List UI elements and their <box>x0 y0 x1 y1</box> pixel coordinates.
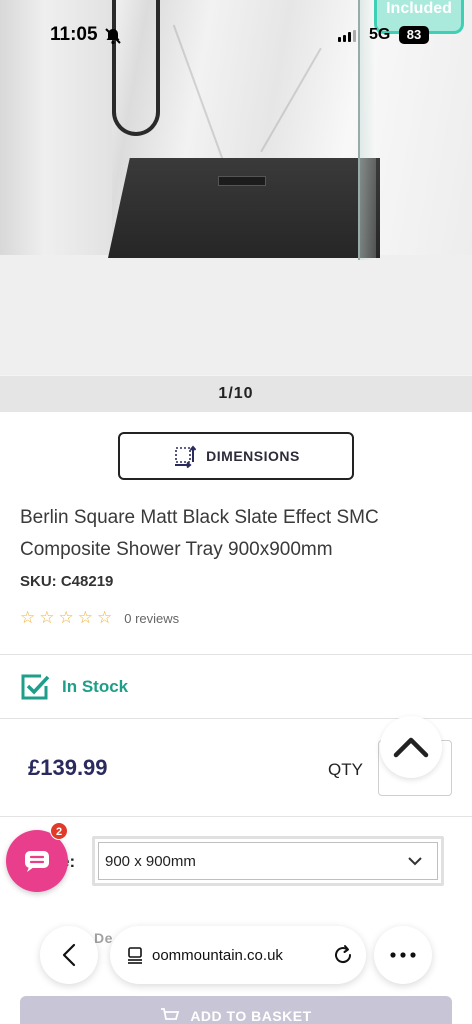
scroll-to-top-button[interactable] <box>380 716 442 778</box>
shower-tray-image <box>108 158 380 258</box>
chevron-down-icon <box>408 857 422 866</box>
drain <box>218 176 266 186</box>
battery-icon: 83 <box>399 26 429 44</box>
stock-status: In Stock <box>20 672 128 702</box>
signal-icon <box>338 30 356 42</box>
add-to-basket-button[interactable]: ADD TO BASKET <box>20 996 452 1024</box>
bell-muted-icon <box>105 28 121 45</box>
status-bar: 11:05 5G 83 <box>0 0 472 70</box>
reload-icon[interactable] <box>332 944 354 966</box>
checkbox-check-icon <box>21 674 50 700</box>
star-icon: ☆ <box>97 608 113 627</box>
size-select-value: 900 x 900mm <box>105 852 196 870</box>
chevron-left-icon <box>62 943 76 967</box>
dimensions-button[interactable]: DIMENSIONS <box>118 432 354 480</box>
divider <box>0 654 472 655</box>
dimensions-icon <box>175 445 197 468</box>
size-select[interactable]: 900 x 900mm <box>98 842 438 880</box>
browser-back-button[interactable] <box>40 926 98 984</box>
rating-stars[interactable]: ☆ ☆ ☆ ☆ ☆ 0 reviews <box>20 608 179 628</box>
star-icon: ☆ <box>58 608 74 627</box>
network-label: 5G <box>369 26 391 43</box>
address-bar[interactable]: oommountain.co.uk <box>110 926 366 984</box>
chat-notification-badge: 2 <box>50 822 68 840</box>
floor <box>0 255 472 375</box>
star-icon: ☆ <box>39 608 55 627</box>
reviews-link[interactable]: 0 reviews <box>124 611 179 626</box>
url-text: oommountain.co.uk <box>152 946 283 964</box>
qty-label: QTY <box>328 760 363 779</box>
divider <box>0 816 472 817</box>
delivery-info: Dе <box>94 930 113 946</box>
dimensions-label: DIMENSIONS <box>206 448 300 464</box>
cart-icon <box>161 1008 180 1020</box>
add-to-basket-label: ADD TO BASKET <box>190 1008 312 1024</box>
more-options-button[interactable] <box>374 926 432 984</box>
more-dots-icon <box>390 952 416 958</box>
star-icon: ☆ <box>20 608 36 627</box>
gallery-counter-bar: 1/10 <box>0 376 472 412</box>
product-title: Berlin Square Matt Black Slate Effect SM… <box>20 507 379 560</box>
gallery-counter: 1/10 <box>218 385 254 402</box>
chevron-up-icon <box>393 737 429 758</box>
product-sku: SKU: C48219 <box>20 573 114 590</box>
reader-icon <box>128 947 142 964</box>
product-price: £139.99 <box>28 755 108 780</box>
chat-icon <box>25 851 49 872</box>
star-icon: ☆ <box>77 608 93 627</box>
stock-label: In Stock <box>62 677 129 696</box>
status-time: 11:05 <box>50 24 98 45</box>
